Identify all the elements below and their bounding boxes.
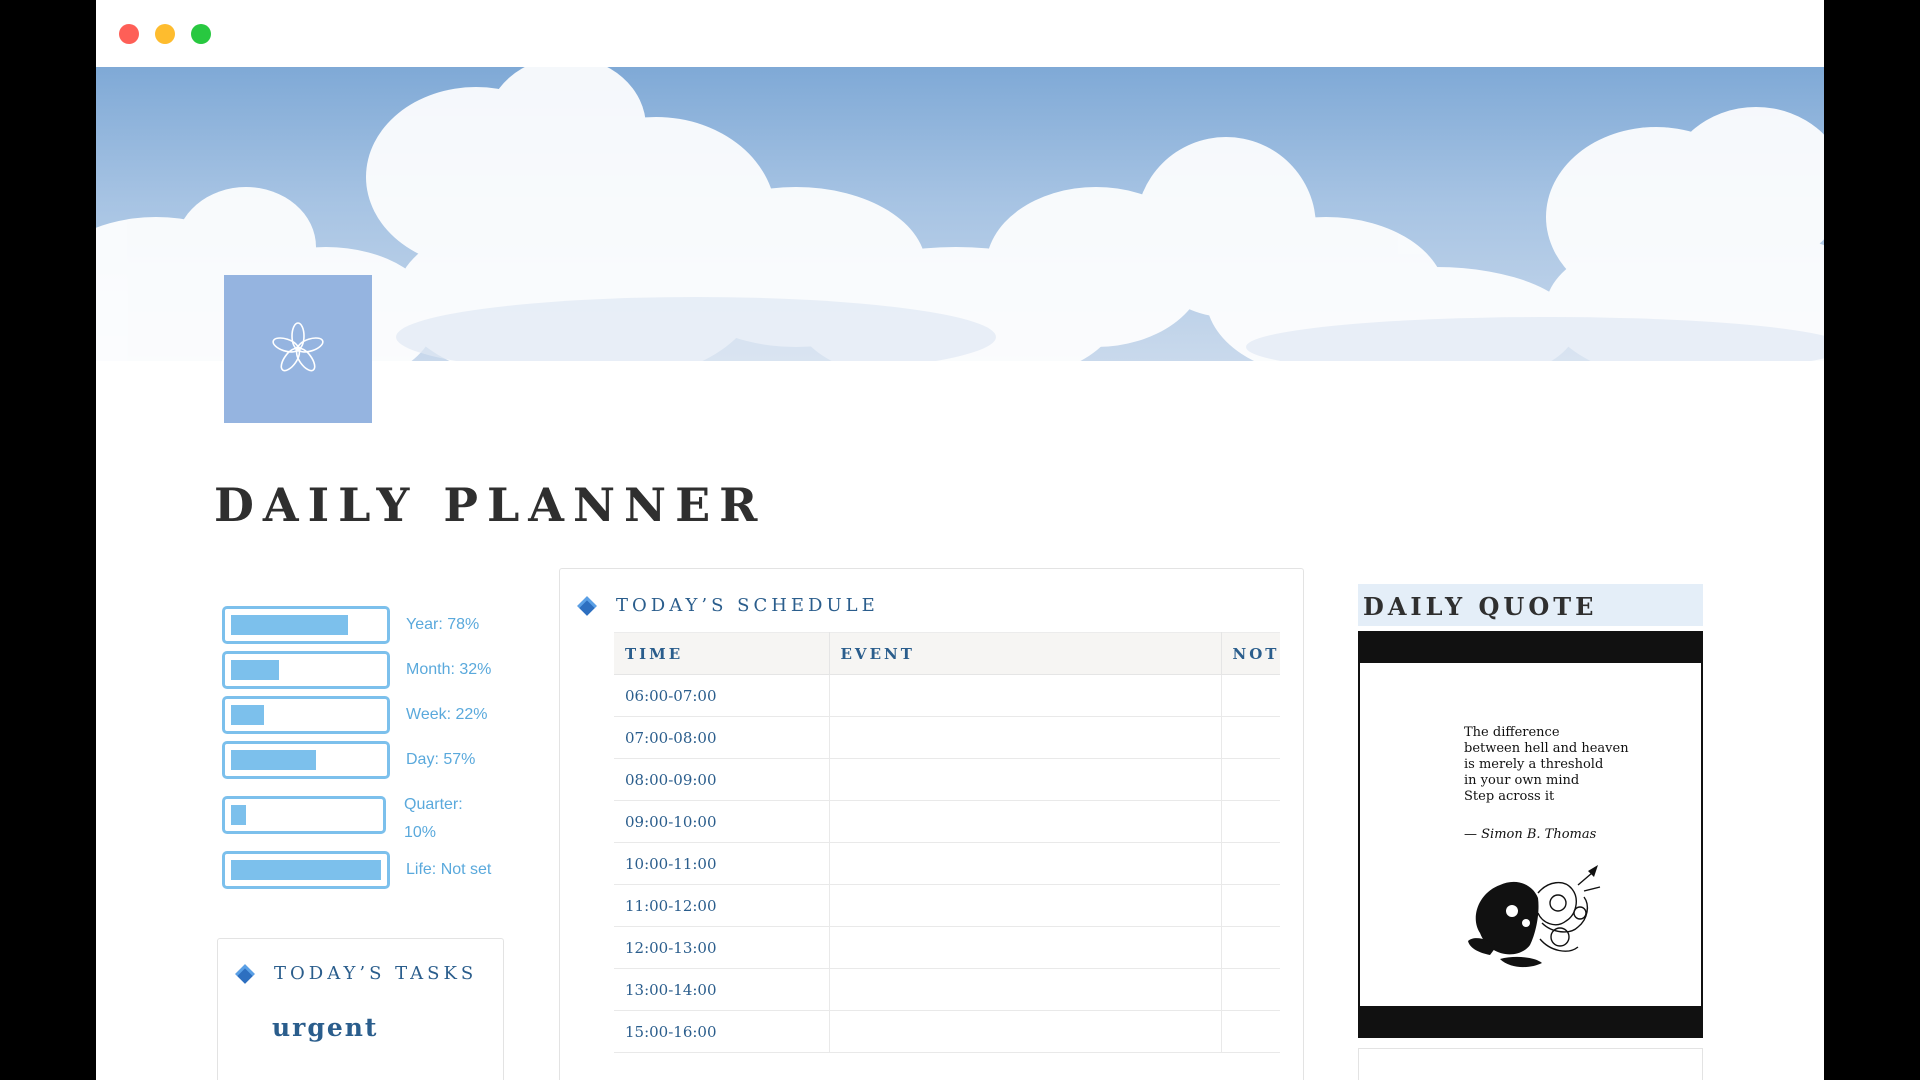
- schedule-heading: TODAY’S SCHEDULE: [577, 595, 879, 616]
- event-cell[interactable]: [829, 842, 1222, 885]
- progress-bar: [222, 851, 390, 889]
- notes-cell[interactable]: [1221, 716, 1280, 759]
- notes-cell[interactable]: [1221, 884, 1280, 927]
- table-row[interactable]: 07:00-08:00: [614, 716, 1280, 759]
- time-cell[interactable]: 09:00-10:00: [614, 800, 830, 843]
- event-cell[interactable]: [829, 800, 1222, 843]
- title-bar: [96, 0, 1824, 67]
- notes-cell[interactable]: [1221, 758, 1280, 801]
- quote-text: The difference between hell and heaven i…: [1464, 725, 1664, 805]
- diamond-icon: [235, 963, 255, 984]
- table-row[interactable]: 12:00-13:00: [614, 926, 1280, 969]
- time-cell[interactable]: 06:00-07:00: [614, 674, 830, 717]
- column-header-event[interactable]: EVENT: [829, 632, 1222, 675]
- progress-bar: [222, 741, 390, 779]
- time-cell[interactable]: 11:00-12:00: [614, 884, 830, 927]
- table-row[interactable]: 08:00-09:00: [614, 758, 1280, 801]
- notes-cell[interactable]: [1221, 800, 1280, 843]
- progress-fill: [231, 705, 264, 725]
- progress-bar: [222, 606, 390, 644]
- time-cell[interactable]: 08:00-09:00: [614, 758, 830, 801]
- quote-line: Step across it: [1464, 789, 1555, 804]
- progress-label: Year: 78%: [406, 616, 480, 633]
- progress-fill: [231, 805, 246, 825]
- event-cell[interactable]: [829, 1010, 1222, 1053]
- urgent-group-heading[interactable]: urgent: [272, 1013, 378, 1042]
- progress-quarter: Quarter: 10%: [222, 796, 522, 841]
- event-cell[interactable]: [829, 968, 1222, 1011]
- time-cell[interactable]: 12:00-13:00: [614, 926, 830, 969]
- notes-cell[interactable]: [1221, 926, 1280, 969]
- quote-line: between hell and heaven: [1464, 741, 1629, 756]
- tasks-card: TODAY’S TASKS urgent: [217, 938, 504, 1080]
- flower-icon: [272, 322, 324, 372]
- tasks-heading: TODAY’S TASKS: [235, 963, 478, 984]
- progress-bar: [222, 651, 390, 689]
- tasks-heading-label: TODAY’S TASKS: [274, 963, 478, 984]
- time-cell[interactable]: 15:00-16:00: [614, 1010, 830, 1053]
- progress-fill: [231, 615, 348, 635]
- skull-flower-illustration: [1468, 865, 1601, 968]
- progress-label: Day: 57%: [406, 751, 476, 768]
- app-window: DAILY PLANNER Year: 78% Month: 32% Week:…: [96, 0, 1824, 1080]
- schedule-card: TODAY’S SCHEDULE TIME EVENT NOT 06:00-07…: [559, 568, 1304, 1080]
- time-cell[interactable]: 07:00-08:00: [614, 716, 830, 759]
- event-cell[interactable]: [829, 674, 1222, 717]
- schedule-heading-label: TODAY’S SCHEDULE: [616, 595, 879, 616]
- progress-fill: [231, 860, 381, 880]
- quote-line: in your own mind: [1464, 773, 1580, 788]
- minimize-window-button[interactable]: [155, 24, 175, 44]
- notes-cell[interactable]: [1221, 1010, 1280, 1053]
- event-cell[interactable]: [829, 716, 1222, 759]
- progress-label: Life: Not set: [406, 861, 492, 878]
- quote-line: The difference: [1464, 725, 1560, 740]
- maximize-window-button[interactable]: [191, 24, 211, 44]
- diamond-icon: [577, 595, 597, 616]
- event-cell[interactable]: [829, 884, 1222, 927]
- progress-label: Month: 32%: [406, 661, 492, 678]
- quote-image[interactable]: The difference between hell and heaven i…: [1358, 631, 1703, 1038]
- progress-day: Day: 57%: [222, 741, 522, 781]
- quote-top-bar: [1360, 633, 1701, 663]
- quote-line: is merely a threshold: [1464, 757, 1604, 772]
- close-window-button[interactable]: [119, 24, 139, 44]
- notes-cell[interactable]: [1221, 842, 1280, 885]
- table-row[interactable]: 10:00-11:00: [614, 842, 1280, 885]
- quote-heading: DAILY QUOTE: [1363, 592, 1598, 621]
- schedule-header-row: TIME EVENT NOT: [614, 632, 1280, 675]
- progress-label: Week: 22%: [406, 706, 488, 723]
- progress-life: Life: Not set: [222, 851, 522, 891]
- table-row[interactable]: 11:00-12:00: [614, 884, 1280, 927]
- time-cell[interactable]: 10:00-11:00: [614, 842, 830, 885]
- progress-fill: [231, 750, 316, 770]
- quote-author: — Simon B. Thomas: [1464, 827, 1597, 842]
- table-row[interactable]: 09:00-10:00: [614, 800, 1280, 843]
- progress-bar: [222, 696, 390, 734]
- quote-bottom-bar: [1360, 1006, 1701, 1036]
- event-cell[interactable]: [829, 926, 1222, 969]
- notes-cell[interactable]: [1221, 674, 1280, 717]
- progress-year: Year: 78%: [222, 606, 522, 646]
- table-row[interactable]: 15:00-16:00: [614, 1010, 1280, 1053]
- event-cell[interactable]: [829, 758, 1222, 801]
- page-icon[interactable]: [224, 275, 372, 423]
- progress-month: Month: 32%: [222, 651, 522, 691]
- table-row[interactable]: 06:00-07:00: [614, 674, 1280, 717]
- schedule-table: TIME EVENT NOT 06:00-07:00 07:00-08:00 0…: [614, 632, 1280, 1053]
- page-title: DAILY PLANNER: [214, 478, 767, 532]
- progress-bar: [222, 796, 386, 834]
- progress-fill: [231, 660, 279, 680]
- time-cell[interactable]: 13:00-14:00: [614, 968, 830, 1011]
- column-header-time[interactable]: TIME: [614, 632, 830, 675]
- notes-cell[interactable]: [1221, 968, 1280, 1011]
- table-row[interactable]: 13:00-14:00: [614, 968, 1280, 1011]
- quote-header: DAILY QUOTE: [1358, 584, 1703, 626]
- progress-label: Quarter: 10%: [404, 796, 463, 841]
- column-header-notes[interactable]: NOT: [1221, 632, 1280, 675]
- next-block: [1358, 1048, 1703, 1080]
- progress-week: Week: 22%: [222, 696, 522, 736]
